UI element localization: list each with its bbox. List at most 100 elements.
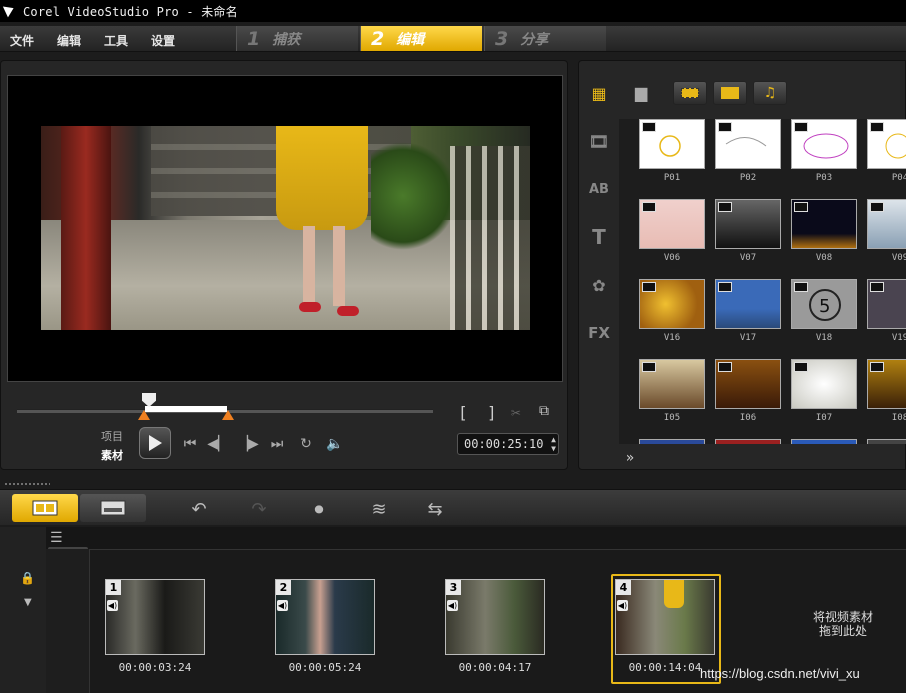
mark-out-button[interactable]: ] [487, 403, 497, 422]
graphic-icon[interactable]: ✿ [586, 273, 612, 297]
image-filter-icon [721, 87, 739, 99]
thumbnail-label: I08 [891, 413, 906, 423]
mode-clip[interactable]: 素材 [101, 447, 123, 463]
video-filter-icon [681, 88, 699, 98]
folder-icon[interactable]: ▆ [635, 83, 657, 102]
record-capture-icon[interactable]: ⏺ [306, 498, 332, 520]
play-button[interactable] [139, 427, 171, 459]
end-icon[interactable]: ⏭ [266, 433, 288, 455]
thumbnail-item[interactable] [867, 279, 906, 329]
thumbnail-item[interactable] [791, 359, 857, 409]
thumbnail-item[interactable] [791, 199, 857, 249]
thumbnail-label: V18 [815, 333, 833, 343]
media-icon[interactable]: ▦ [586, 81, 612, 105]
timecode-field[interactable]: 00:00:25:10 ▲ ▼ [457, 433, 559, 455]
step-tab-edit[interactable]: 2 编辑 [360, 26, 482, 51]
thumbnail-item[interactable] [639, 199, 705, 249]
lock-track-icon[interactable]: 🔒 [20, 571, 35, 585]
audio-mixer-icon[interactable]: ≋ [366, 498, 392, 520]
clip-duration: 00:00:03:24 [118, 661, 192, 674]
watermark: https://blog.csdn.net/vivi_xu [700, 666, 860, 681]
panel-grip[interactable] [4, 482, 50, 486]
thumbnail-label: V07 [739, 253, 757, 263]
thumbnail-item[interactable] [715, 439, 781, 444]
thumbnail-label: V09 [891, 253, 906, 263]
storyboard-clip[interactable]: 2 ◀) [275, 579, 375, 655]
thumbnail-item[interactable] [867, 119, 906, 169]
timeline-icon [100, 500, 126, 516]
thumbnail-item[interactable] [639, 359, 705, 409]
mark-in-button[interactable]: [ [458, 403, 468, 422]
thumbnail-item[interactable] [639, 279, 705, 329]
thumbnail-item[interactable] [867, 199, 906, 249]
thumbnail-item[interactable] [715, 279, 781, 329]
step-label: 分享 [520, 31, 549, 48]
image-filter-button[interactable] [713, 81, 747, 105]
step-number: 1 [247, 27, 261, 50]
storyboard-view-button[interactable] [12, 494, 78, 522]
mark-in-handle[interactable] [138, 410, 150, 420]
timecode-spinner-icon[interactable]: ▲ ▼ [551, 435, 556, 453]
list-menu-icon[interactable]: ☰ [50, 530, 74, 546]
expand-library-icon[interactable]: » [621, 450, 639, 468]
clip-number: 1 [106, 580, 121, 595]
mark-out-handle[interactable] [222, 410, 234, 420]
thumbnail-item[interactable] [639, 119, 705, 169]
thumbnail-label: V08 [815, 253, 833, 263]
volume-icon[interactable]: 🔈 [324, 433, 346, 455]
chevron-down-icon[interactable]: ▼ [24, 597, 32, 608]
auto-music-icon[interactable]: ⇆ [422, 498, 448, 520]
svg-text:5: 5 [819, 296, 830, 317]
menu-settings[interactable]: 设置 [151, 32, 175, 49]
enlarge-icon[interactable]: ⧉ [539, 403, 549, 419]
thumbnail-item[interactable] [791, 439, 857, 444]
video-filter-button[interactable] [673, 81, 707, 105]
storyboard-icon [32, 500, 58, 516]
drop-hint[interactable]: 将视频素材拖到此处 [808, 610, 878, 638]
clip-number: 3 [446, 580, 461, 595]
thumbnail-label: V06 [663, 253, 681, 263]
home-icon[interactable]: ⏮ [179, 433, 201, 455]
previous-frame-icon[interactable]: ◀▏ [207, 433, 229, 455]
scissors-icon[interactable]: ✂ [511, 403, 521, 422]
thumbnail-item[interactable] [791, 119, 857, 169]
redo-icon[interactable]: ↷ [246, 498, 272, 520]
menu-tools[interactable]: 工具 [104, 32, 128, 49]
storyboard-clip[interactable]: 1 ◀) [105, 579, 205, 655]
step-number: 3 [495, 27, 509, 50]
timeline-view-button[interactable] [80, 494, 146, 522]
menu-file[interactable]: 文件 [10, 32, 34, 49]
trim-selection [145, 406, 227, 412]
step-tab-capture[interactable]: 1 捕获 [236, 26, 358, 51]
thumbnail-item[interactable] [867, 359, 906, 409]
filter-icon[interactable]: FX [586, 321, 612, 345]
menu-edit[interactable]: 编辑 [57, 32, 81, 49]
thumbnail-label: I05 [663, 413, 681, 423]
thumbnail-item[interactable] [715, 359, 781, 409]
repeat-icon[interactable]: ↻ [295, 433, 317, 455]
window-title: Corel VideoStudio Pro - 未命名 [23, 4, 238, 19]
thumbnail-item[interactable] [639, 439, 705, 444]
play-icon [149, 435, 162, 451]
library-category-bar: ▦ 🎞 AB T ✿ FX [579, 75, 619, 455]
mode-project[interactable]: 项目 [101, 428, 123, 444]
thumbnail-item[interactable] [867, 439, 906, 444]
step-tab-share[interactable]: 3 分享 [484, 26, 606, 51]
storyboard-clip[interactable]: 3 ◀) [445, 579, 545, 655]
thumbnail-item[interactable]: 5 [791, 279, 857, 329]
undo-icon[interactable]: ↶ [186, 498, 212, 520]
thumbnail-item[interactable] [715, 119, 781, 169]
clip-audio-icon: ◀) [447, 600, 458, 611]
thumbnail-item[interactable] [715, 199, 781, 249]
library-panel: ▦ 🎞 AB T ✿ FX ▆ ♫ P01 P02 P03 P04 V06 V0… [578, 60, 906, 470]
thumbnail-label: P01 [663, 173, 681, 183]
audio-filter-button[interactable]: ♫ [753, 81, 787, 105]
transition-icon[interactable]: 🎞 [586, 129, 612, 153]
text-icon[interactable]: T [586, 225, 612, 249]
next-frame-icon[interactable]: ▕▶ [237, 433, 259, 455]
thumbnail-label: P04 [891, 173, 906, 183]
storyboard-ruler [46, 549, 90, 693]
menu-bar: 文件 编辑 工具 设置 1 捕获 2 编辑 3 分享 [0, 26, 906, 52]
title-icon[interactable]: AB [586, 177, 612, 201]
playhead-handle[interactable] [142, 393, 156, 407]
